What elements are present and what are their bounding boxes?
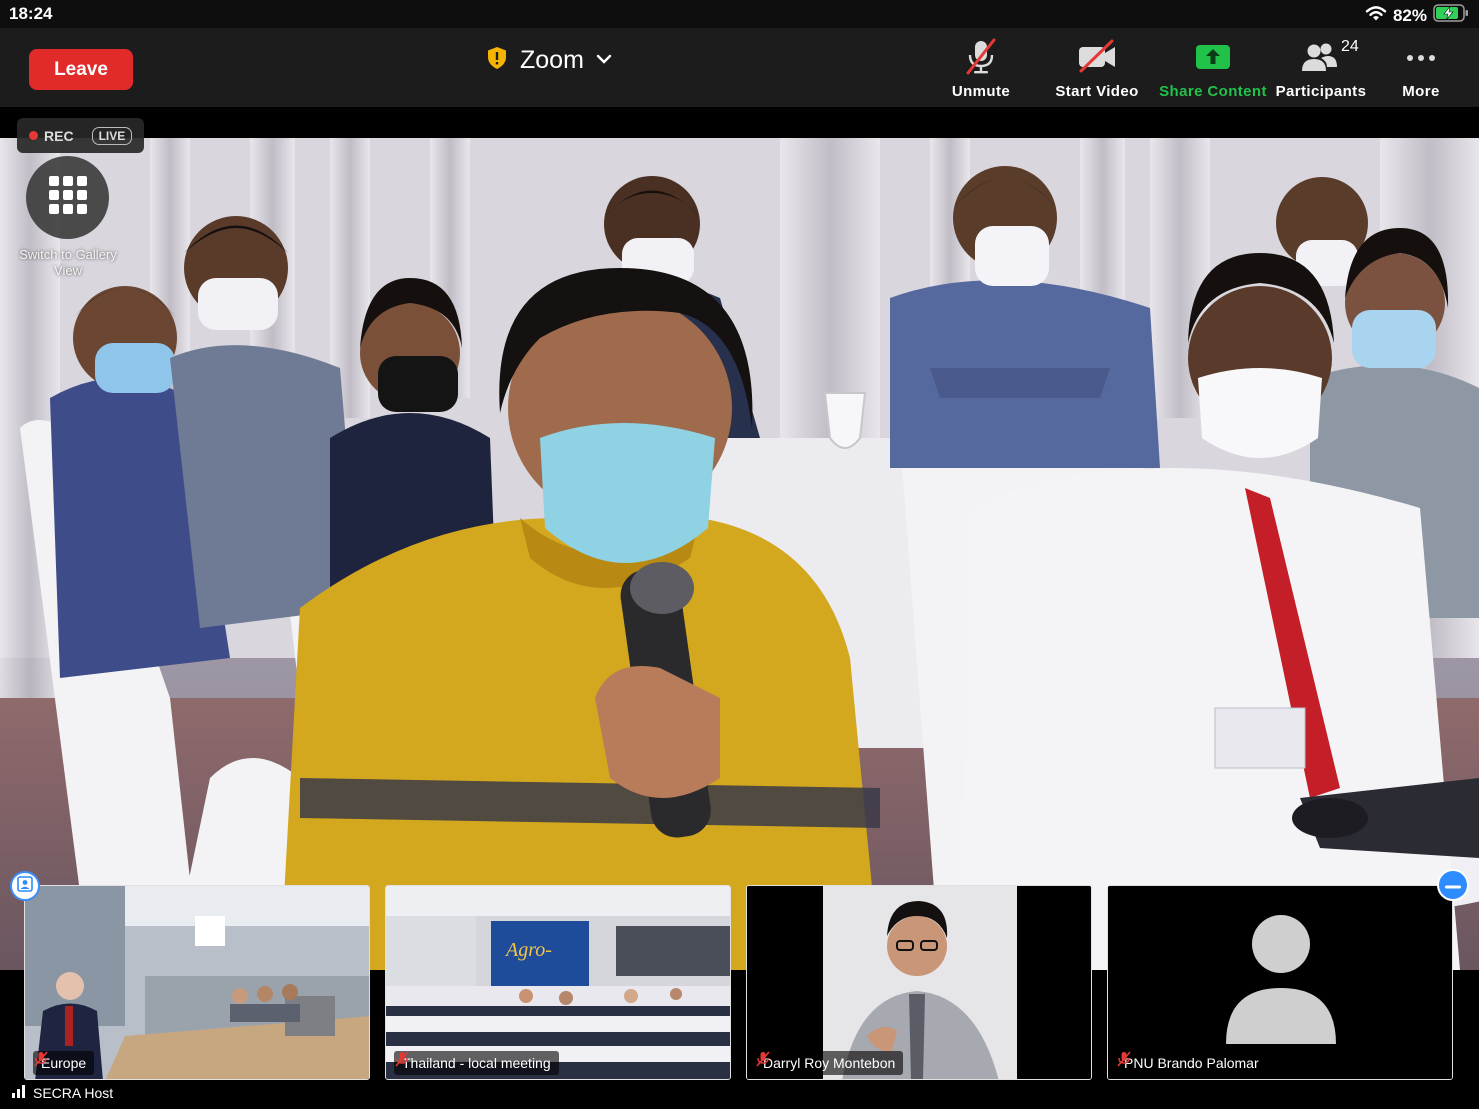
host-network-label: SECRA Host: [12, 1084, 113, 1101]
meeting-room-scene: [0, 138, 1479, 970]
live-tag: LIVE: [91, 126, 133, 145]
active-speaker-video[interactable]: [0, 138, 1479, 970]
video-off-icon: [1076, 38, 1118, 79]
status-time: 18:24: [9, 4, 53, 23]
participant-thumbnail-darryl[interactable]: Darryl Roy Montebon: [746, 885, 1092, 1080]
shield-icon: [486, 46, 508, 75]
minimize-thumbnails-button[interactable]: [1437, 869, 1469, 901]
zoom-meeting-screen: 18:24 82% Leave Zoom Unmute Start Video …: [0, 0, 1479, 1109]
svg-text:Agro-: Agro-: [504, 939, 552, 961]
grid-icon: [48, 175, 88, 220]
thumbnail-name-tag: Thailand - local meeting: [394, 1051, 559, 1075]
more-label: More: [1402, 83, 1440, 100]
share-content-button[interactable]: Share Content: [1158, 38, 1268, 100]
pin-video-button[interactable]: [10, 871, 40, 901]
microphone-muted-icon: [963, 38, 999, 81]
participant-name: Darryl Roy Montebon: [763, 1055, 896, 1071]
thumbnail-name-tag: Darryl Roy Montebon: [755, 1051, 904, 1075]
signal-bars-icon: [12, 1084, 28, 1101]
more-dots-icon: [1403, 38, 1439, 79]
participant-thumbnail-brando[interactable]: PNU Brando Palomar: [1107, 885, 1453, 1080]
chevron-down-icon: [596, 52, 612, 70]
start-video-label: Start Video: [1055, 83, 1139, 100]
participant-name: Thailand - local meeting: [402, 1055, 551, 1071]
leave-button[interactable]: Leave: [29, 49, 133, 90]
share-arrow-icon: [1195, 38, 1231, 79]
meeting-toolbar: Leave Zoom Unmute Start Video Share Cont…: [0, 28, 1479, 107]
minus-icon: [1445, 876, 1461, 894]
battery-charging-icon: [1433, 4, 1469, 27]
participants-label: Participants: [1275, 83, 1367, 100]
participant-thumbnail-thailand[interactable]: Agro- Thailand - local meeting: [385, 885, 731, 1080]
status-bar: 18:24 82%: [0, 0, 1479, 28]
meeting-title: Zoom: [520, 46, 584, 74]
host-label-text: SECRA Host: [33, 1084, 114, 1101]
switch-to-gallery-label: Switch to Gallery View: [19, 247, 117, 278]
meeting-title-dropdown[interactable]: Zoom: [486, 46, 612, 75]
battery-percent: 82%: [1392, 5, 1427, 25]
person-frame-icon: [17, 875, 33, 897]
participant-name: PNU Brando Palomar: [1124, 1055, 1259, 1071]
unmute-button[interactable]: Unmute: [946, 38, 1016, 100]
status-right: 82%: [1365, 4, 1469, 27]
rec-label: REC: [44, 127, 74, 144]
participant-thumbnail-europe[interactable]: Europe: [24, 885, 370, 1080]
unmute-label: Unmute: [951, 83, 1011, 100]
recording-badge: REC LIVE: [17, 118, 144, 153]
thumbnail-name-tag: PNU Brando Palomar: [1116, 1051, 1267, 1075]
participants-icon: [1299, 38, 1339, 79]
participants-button[interactable]: 24 Participants: [1275, 38, 1367, 100]
wifi-icon: [1365, 5, 1387, 27]
start-video-button[interactable]: Start Video: [1052, 38, 1142, 100]
participants-count: 24: [1341, 38, 1359, 55]
recording-dot-icon: [29, 131, 38, 140]
more-button[interactable]: More: [1398, 38, 1444, 100]
switch-to-gallery-button[interactable]: [26, 156, 109, 239]
share-content-label: Share Content: [1159, 83, 1267, 100]
thumbnail-name-tag: Europe: [33, 1051, 95, 1075]
